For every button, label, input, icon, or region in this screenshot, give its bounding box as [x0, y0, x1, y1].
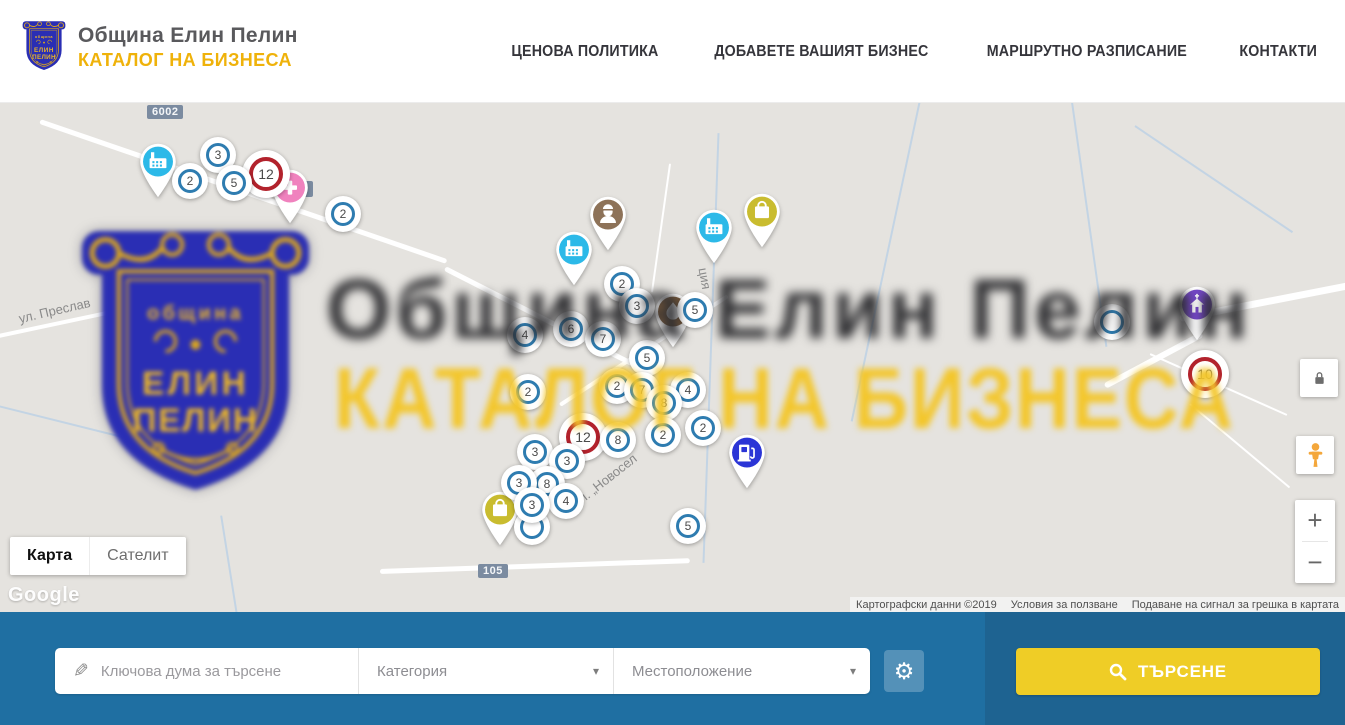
- road-badge: 105: [478, 564, 508, 578]
- map-cluster[interactable]: 6: [553, 311, 589, 347]
- gear-icon: ⚙: [894, 660, 915, 683]
- map-cluster[interactable]: 2: [172, 163, 208, 199]
- nav-item-pricing[interactable]: ЦЕНОВА ПОЛИТИКА: [511, 43, 658, 61]
- watermark-emblem: община ЕЛИН ПЕЛИН: [78, 218, 313, 518]
- map-stream: [702, 133, 719, 563]
- map-cluster[interactable]: 2: [325, 196, 361, 232]
- google-logo[interactable]: Google: [8, 584, 80, 607]
- location-dropdown[interactable]: Местоположение ▾: [613, 648, 870, 694]
- keyword-search-input[interactable]: [101, 663, 346, 680]
- pegman-button[interactable]: [1296, 436, 1334, 474]
- factory-pin-icon[interactable]: [691, 207, 737, 265]
- map-cluster[interactable]: 2: [510, 374, 546, 410]
- map-cluster[interactable]: 3: [619, 288, 655, 324]
- advanced-settings-button[interactable]: ⚙: [884, 650, 924, 692]
- pegman-icon: [1306, 442, 1325, 468]
- map-type-control: Карта Сателит: [10, 537, 186, 575]
- map-copyright: Картографски данни ©2019: [856, 599, 997, 611]
- shopping-bag-pin-icon[interactable]: [739, 191, 785, 249]
- road-badge: 6002: [147, 105, 183, 119]
- map-cluster[interactable]: 8: [600, 422, 636, 458]
- search-button-label: ТЪРСЕНЕ: [1138, 662, 1227, 682]
- watermark-subtitle: КАТАЛОГ НА БИЗНЕСА: [334, 350, 1235, 449]
- map-cluster[interactable]: 7: [585, 321, 621, 357]
- category-dropdown[interactable]: Категория ▾: [358, 648, 613, 694]
- search-icon: [1109, 663, 1127, 681]
- map-stream: [1134, 125, 1293, 233]
- zoom-control: + −: [1295, 500, 1335, 583]
- map-cluster[interactable]: 2: [645, 417, 681, 453]
- map-road: [651, 163, 671, 292]
- location-dropdown-label: Местоположение: [632, 663, 752, 680]
- svg-text:ПЕЛИН: ПЕЛИН: [32, 54, 56, 61]
- map-attribution: Картографски данни ©2019 Условия за полз…: [850, 597, 1345, 612]
- brand-title: Община Елин Пелин: [78, 24, 298, 48]
- lock-button[interactable]: [1300, 359, 1338, 397]
- report-error-link[interactable]: Подаване на сигнал за грешка в картата: [1132, 599, 1339, 611]
- map-cluster[interactable]: 5: [629, 340, 665, 376]
- street-label: ция: [696, 266, 715, 290]
- map-stream: [851, 103, 922, 422]
- map-cluster[interactable]: 4: [548, 483, 584, 519]
- site-logo[interactable]: община ЕЛИН ПЕЛИН Община Елин Пелин КАТА…: [22, 18, 298, 76]
- search-bar: ✎ Категория ▾ Местоположение ▾ ⚙ ТЪРСЕНЕ: [0, 612, 1345, 725]
- svg-text:ЕЛИН: ЕЛИН: [34, 47, 54, 54]
- svg-text:община: община: [147, 303, 244, 325]
- svg-text:ПЕЛИН: ПЕЛИН: [133, 402, 259, 439]
- zoom-out-button[interactable]: −: [1295, 542, 1335, 583]
- map-cluster[interactable]: 4: [507, 317, 543, 353]
- main-nav: ЦЕНОВА ПОЛИТИКА ДОБАВЕТЕ ВАШИЯТ БИЗНЕС М…: [505, 0, 1320, 103]
- zoom-in-button[interactable]: +: [1295, 500, 1335, 541]
- map-canvas[interactable]: 6002 105 ул. Преслав бул. „Новосел ция 3…: [0, 103, 1345, 612]
- map-cluster[interactable]: 5: [216, 165, 252, 201]
- map-cluster[interactable]: 10: [1181, 350, 1229, 398]
- site-header: община ЕЛИН ПЕЛИН Община Елин Пелин КАТА…: [0, 0, 1345, 103]
- municipality-emblem-icon: община ЕЛИН ПЕЛИН: [22, 18, 66, 76]
- map-cluster[interactable]: [1094, 304, 1130, 340]
- svg-text:община: община: [35, 35, 54, 39]
- search-box: ✎ Категория ▾ Местоположение ▾: [55, 648, 870, 694]
- chevron-down-icon: ▾: [850, 664, 856, 678]
- nav-item-add-business[interactable]: ДОБАВЕТЕ ВАШИЯТ БИЗНЕС: [714, 43, 928, 61]
- terms-link[interactable]: Условия за ползване: [1011, 599, 1118, 611]
- church-pin-icon[interactable]: [1174, 284, 1220, 342]
- chevron-down-icon: ▾: [593, 664, 599, 678]
- search-submit-button[interactable]: ТЪРСЕНЕ: [1016, 648, 1320, 695]
- nav-item-contacts[interactable]: КОНТАКТИ: [1239, 43, 1317, 61]
- map-cluster[interactable]: 8: [646, 385, 682, 421]
- fuel-pump-pin-icon[interactable]: [724, 432, 770, 490]
- map-road: [1189, 403, 1290, 488]
- map-stream: [220, 515, 238, 612]
- map-road: [380, 558, 690, 574]
- map-type-map-button[interactable]: Карта: [10, 537, 89, 575]
- map-cluster[interactable]: 5: [677, 292, 713, 328]
- keyword-field-wrap: ✎: [55, 648, 358, 694]
- map-cluster[interactable]: 3: [514, 487, 550, 523]
- category-dropdown-label: Категория: [377, 663, 447, 680]
- map-stream: [0, 403, 136, 441]
- nav-item-route-schedule[interactable]: МАРШРУТНО РАЗПИСАНИЕ: [987, 43, 1187, 61]
- map-cluster[interactable]: 5: [670, 508, 706, 544]
- brand-subtitle: КАТАЛОГ НА БИЗНЕСА: [78, 50, 298, 71]
- svg-text:ЕЛИН: ЕЛИН: [142, 366, 249, 403]
- pencil-icon: ✎: [73, 660, 89, 683]
- lock-icon: [1312, 370, 1327, 386]
- factory-pin-icon[interactable]: [551, 229, 597, 287]
- map-cluster[interactable]: 2: [685, 410, 721, 446]
- map-type-satellite-button[interactable]: Сателит: [89, 537, 185, 575]
